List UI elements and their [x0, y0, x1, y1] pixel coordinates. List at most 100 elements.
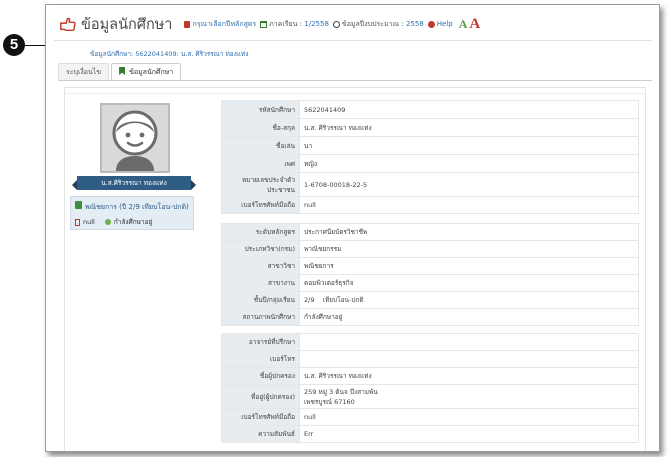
- field-value-line: เพชรบูรณ์ 67160: [304, 397, 355, 406]
- hand-point-icon: [60, 17, 76, 32]
- table-row: ระดับหลักสูตร ประกาศนียบัตรวิชาชีพ: [221, 223, 639, 241]
- semester-value[interactable]: 1/2558: [304, 20, 329, 28]
- table-row: ชื่อผู้ปกครอง น.ส. ศิริวรรณา ทองแท่ง: [221, 367, 639, 385]
- table-row: เบอร์โทรศัพท์มือถือ null: [221, 408, 639, 426]
- field-value: null: [299, 196, 639, 214]
- table-row: เพศ หญิง: [221, 154, 639, 173]
- table-row: สถานภาพนักศึกษา กำลังศึกษาอยู่: [221, 308, 639, 326]
- field-label: เบอร์โทร: [221, 350, 300, 368]
- tab-student-info[interactable]: ข้อมูลนักศึกษา: [111, 63, 182, 81]
- table-row: ชื่อเล่น นา: [221, 136, 639, 155]
- field-label: สาขางาน: [221, 274, 300, 292]
- field-value: 5622041409: [299, 100, 639, 119]
- header-meta: กรุณาเลือกปีหลักสูตร ภาคเรียน : 1/2558 ข…: [180, 19, 453, 30]
- program-summary: พณิชยการ (ปี 2/9 เทียบโอน-ปกติ) null กำล…: [70, 196, 194, 230]
- field-label: เบอร์โทรศัพท์มือถือ: [221, 196, 300, 214]
- field-label: เบอร์โทรศัพท์มือถือ: [221, 408, 300, 426]
- student-info-panel: น.ส.ศิริวรรณา ทองแท่ง พณิชยการ (ปี 2/9 เ…: [64, 87, 646, 451]
- field-label: ชั้นปี/กลุ่มเรียน: [221, 291, 300, 309]
- field-value: 259 หมู่ 3 ต้นจ บึงสามพัน เพชรบูรณ์ 67160: [299, 384, 639, 409]
- field-label-line: หมายเลขประจำตัว: [241, 175, 295, 184]
- field-value: 2/9 เทียบโอน-ปกติ: [299, 291, 639, 309]
- tab-filter[interactable]: ระบุเงื่อนไข: [58, 63, 110, 80]
- field-value: หญิง: [299, 154, 639, 173]
- budget-value[interactable]: 2558: [406, 20, 424, 28]
- field-label-line: ประชาชน: [266, 185, 295, 194]
- help-link[interactable]: Help: [437, 20, 453, 28]
- table-row: ประเภทวิชา(กรม) พาณิชยกรรม: [221, 240, 639, 258]
- field-value: null: [299, 408, 639, 426]
- table-row: หมายเลขประจำตัว ประชาชน 1-6708-00018-22-5: [221, 172, 639, 197]
- field-value: พาณิชยกรรม: [299, 240, 639, 258]
- field-label: หมายเลขประจำตัว ประชาชน: [221, 172, 300, 197]
- field-label: ชื่อผู้ปกครอง: [221, 367, 300, 385]
- header-divider: [54, 40, 652, 41]
- field-label: ชื่อ-สกุล: [221, 118, 300, 137]
- field-value: น.ส. ศิริวรรณา ทองแท่ง: [299, 118, 639, 137]
- table-row: สาขางาน คอมพิวเตอร์ธุรกิจ: [221, 274, 639, 292]
- field-label: ความสัมพันธ์: [221, 425, 300, 443]
- budget-label: ข้อมูลปีงบประมาณ :: [341, 19, 404, 28]
- document-icon: [75, 218, 80, 226]
- table-row: ชั้นปี/กลุ่มเรียน 2/9 เทียบโอน-ปกติ: [221, 291, 639, 309]
- field-label: เพศ: [221, 154, 300, 173]
- book-icon: [75, 201, 82, 209]
- table-row: สาขาวิชา พณิชยการ: [221, 257, 639, 275]
- table-row: ชื่อ-สกุล น.ส. ศิริวรรณา ทองแท่ง: [221, 118, 639, 137]
- tab-bar: ระบุเงื่อนไข ข้อมูลนักศึกษา: [58, 63, 183, 81]
- field-value: 1-6708-00018-22-5: [299, 172, 639, 197]
- font-size-small-button[interactable]: A: [459, 17, 468, 32]
- field-label: อาจารย์ที่ปรึกษา: [221, 333, 300, 351]
- field-label: รหัสนักศึกษา: [221, 100, 300, 119]
- tab-divider: [58, 80, 652, 81]
- page-header: ข้อมูลนักศึกษา กรุณาเลือกปีหลักสูตร ภาคเ…: [59, 14, 480, 34]
- table-row: เบอร์โทรศัพท์มือถือ null: [221, 196, 639, 214]
- app-window: ข้อมูลนักศึกษา กรุณาเลือกปีหลักสูตร ภาคเ…: [45, 4, 660, 452]
- clock-icon: [332, 20, 340, 28]
- table-row: ที่อยู่(ผู้ปกครอง) 259 หมู่ 3 ต้นจ บึงสาม…: [221, 384, 639, 409]
- field-value: [299, 333, 639, 351]
- field-value: ประกาศนียบัตรวิชาชีพ: [299, 223, 639, 241]
- program-line: พณิชยการ (ปี 2/9 เทียบโอน-ปกติ): [75, 201, 189, 213]
- field-label: ประเภทวิชา(กรม): [221, 240, 300, 258]
- field-value: Err: [299, 425, 639, 443]
- field-label: ที่อยู่(ผู้ปกครอง): [221, 384, 300, 409]
- page-title: ข้อมูลนักศึกษา: [81, 16, 173, 33]
- user-avatar-icon: [102, 105, 168, 171]
- calendar-icon: [260, 20, 268, 28]
- doc-status: null: [83, 218, 95, 226]
- callout-number-badge: 5: [3, 34, 25, 56]
- field-value: คอมพิวเตอร์ธุรกิจ: [299, 274, 639, 292]
- field-label: ระดับหลักสูตร: [221, 223, 300, 241]
- bookmark-icon: [119, 67, 126, 75]
- personal-info-table: รหัสนักศึกษา 5622041409 ชื่อ-สกุล น.ส. ศิร…: [221, 100, 639, 214]
- breadcrumb: ข้อมูลนักศึกษา: 5622041409: น.ส. ศิริวรร…: [90, 50, 249, 58]
- table-row: ความสัมพันธ์ Err: [221, 425, 639, 443]
- tab-student-info-label: ข้อมูลนักศึกษา: [129, 68, 174, 76]
- field-label: สถานภาพนักศึกษา: [221, 308, 300, 326]
- academic-info-table: ระดับหลักสูตร ประกาศนียบัตรวิชาชีพ ประเภท…: [221, 223, 639, 326]
- table-row: รหัสนักศึกษา 5622041409: [221, 100, 639, 119]
- font-size-large-button[interactable]: A: [469, 16, 480, 33]
- semester-label: ภาคเรียน :: [269, 19, 303, 28]
- table-row: อาจารย์ที่ปรึกษา: [221, 333, 639, 351]
- status-line: null กำลังศึกษาอยู่: [75, 217, 152, 227]
- field-value: นา: [299, 136, 639, 155]
- avatar: [100, 103, 170, 173]
- program-text: พณิชยการ (ปี 2/9 เทียบโอน-ปกติ): [85, 203, 189, 211]
- study-status: กำลังศึกษาอยู่: [113, 218, 153, 226]
- question-circle-icon: [427, 20, 435, 28]
- panel-top-rule: [65, 93, 645, 94]
- student-name-banner: น.ส.ศิริวรรณา ทองแท่ง: [72, 176, 196, 190]
- book-icon: [184, 20, 191, 28]
- table-row: เบอร์โทร: [221, 350, 639, 368]
- curriculum-link[interactable]: กรุณาเลือกปีหลักสูตร: [192, 19, 256, 30]
- tab-filter-label: ระบุเงื่อนไข: [66, 68, 102, 76]
- field-value-line: 259 หมู่ 3 ต้นจ บึงสามพัน: [304, 387, 378, 396]
- field-label: ชื่อเล่น: [221, 136, 300, 155]
- field-value: น.ส. ศิริวรรณา ทองแท่ง: [299, 367, 639, 385]
- status-dot-icon: [104, 219, 111, 225]
- guardian-info-table: อาจารย์ที่ปรึกษา เบอร์โทร ชื่อผู้ปกครองน…: [221, 333, 639, 443]
- field-value: พณิชยการ: [299, 257, 639, 275]
- field-value: กำลังศึกษาอยู่: [299, 308, 639, 326]
